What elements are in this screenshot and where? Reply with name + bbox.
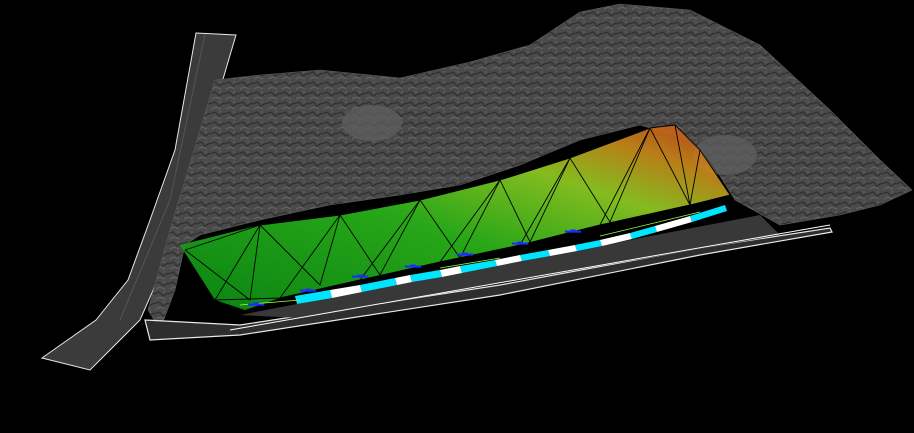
label-5: ▂▃▂ xyxy=(456,248,474,256)
label-4: ▂▃▂ xyxy=(404,260,422,268)
label-1: ▂▃▂ xyxy=(247,298,265,306)
label-6: ▂▃▂ xyxy=(511,237,529,245)
label-2: ▂▃▂ xyxy=(299,284,317,292)
scene-canvas[interactable]: ▂▃▂ ▂▃▂ ▂▃▂ ▂▃▂ ▂▃▂ ▂▃▂ ▂▃▂ xyxy=(0,0,914,433)
label-3: ▂▃▂ xyxy=(351,270,369,278)
3d-viewport[interactable]: ▂▃▂ ▂▃▂ ▂▃▂ ▂▃▂ ▂▃▂ ▂▃▂ ▂▃▂ xyxy=(0,0,914,433)
label-7: ▂▃▂ xyxy=(564,225,582,233)
crater-left xyxy=(342,105,402,141)
